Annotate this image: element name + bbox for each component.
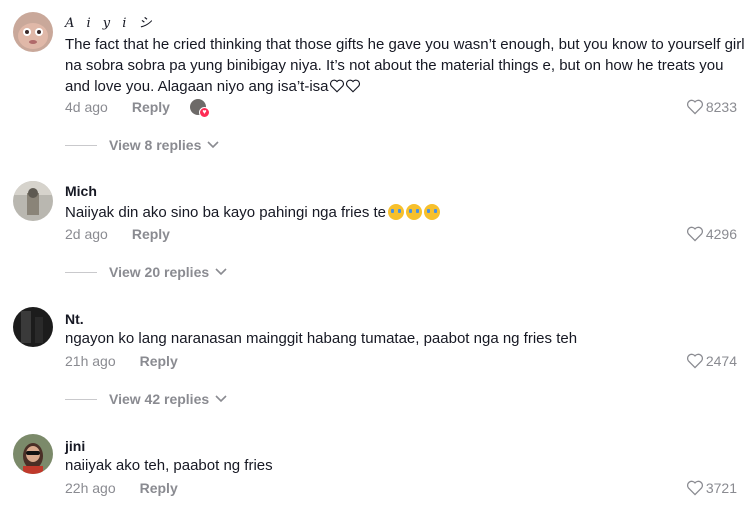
username[interactable]: Mich	[65, 183, 97, 199]
chevron-down-icon	[207, 141, 219, 149]
avatar[interactable]	[13, 181, 53, 221]
avatar[interactable]	[13, 12, 53, 52]
view-replies-label: View 42 replies	[109, 391, 210, 407]
view-replies-label: View 20 replies	[109, 264, 210, 280]
heart-outline-icon	[686, 99, 703, 115]
like-button[interactable]: 2474	[686, 353, 737, 369]
avatar[interactable]	[13, 307, 53, 347]
heart-outline-icon	[686, 226, 703, 242]
comment-meta: 4d ago Reply ♥	[65, 99, 210, 118]
username[interactable]: jini	[65, 438, 85, 454]
view-replies-button[interactable]: View 20 replies	[65, 264, 227, 280]
chevron-down-icon	[215, 395, 227, 403]
heart-badge-icon: ♥	[198, 107, 210, 118]
heart-outline-icon	[345, 79, 360, 93]
username[interactable]: A i y i シ	[65, 12, 156, 31]
loudly-crying-face-emoji	[388, 204, 405, 220]
view-replies-label: View 8 replies	[109, 137, 202, 153]
like-count: 4296	[705, 226, 737, 242]
like-button[interactable]: 4296	[686, 226, 737, 242]
like-count: 3721	[705, 480, 737, 496]
heart-outline-icon	[329, 79, 344, 93]
comment-text: Naiiyak din ako sino ba kayo pahingi nga…	[65, 202, 745, 223]
reply-button[interactable]: Reply	[140, 353, 178, 369]
view-replies-button[interactable]: View 8 replies	[65, 137, 219, 153]
like-button[interactable]: 8233	[686, 99, 737, 115]
timestamp: 4d ago	[65, 99, 108, 115]
username[interactable]: Nt.	[65, 311, 84, 327]
comment-meta: 21h ago Reply	[65, 353, 178, 369]
reply-button[interactable]: Reply	[132, 226, 170, 242]
timestamp: 22h ago	[65, 480, 116, 496]
timestamp: 2d ago	[65, 226, 108, 242]
comment-text: naiiyak ako teh, paabot ng fries	[65, 457, 273, 474]
view-replies-button[interactable]: View 42 replies	[65, 391, 227, 407]
reply-button[interactable]: Reply	[140, 480, 178, 496]
timestamp: 21h ago	[65, 353, 116, 369]
heart-outline-icon	[686, 480, 703, 496]
chevron-down-icon	[215, 268, 227, 276]
like-count: 2474	[705, 353, 737, 369]
divider	[65, 398, 97, 400]
avatar[interactable]	[13, 434, 53, 474]
comment-meta: 22h ago Reply	[65, 480, 178, 496]
loudly-crying-face-emoji	[406, 204, 423, 220]
comment-text: The fact that he cried thinking that tho…	[65, 36, 745, 95]
loudly-crying-face-emoji	[424, 204, 441, 220]
heart-outline-icon	[686, 353, 703, 369]
reply-button[interactable]: Reply	[132, 99, 170, 115]
like-button[interactable]: 3721	[686, 480, 737, 496]
divider	[65, 144, 97, 146]
like-count: 8233	[705, 99, 737, 115]
divider	[65, 271, 97, 273]
comment-meta: 2d ago Reply	[65, 226, 170, 242]
creator-liked-avatar: ♥	[189, 99, 210, 118]
comment-text: ngayon ko lang naranasan mainggit habang…	[65, 330, 578, 347]
